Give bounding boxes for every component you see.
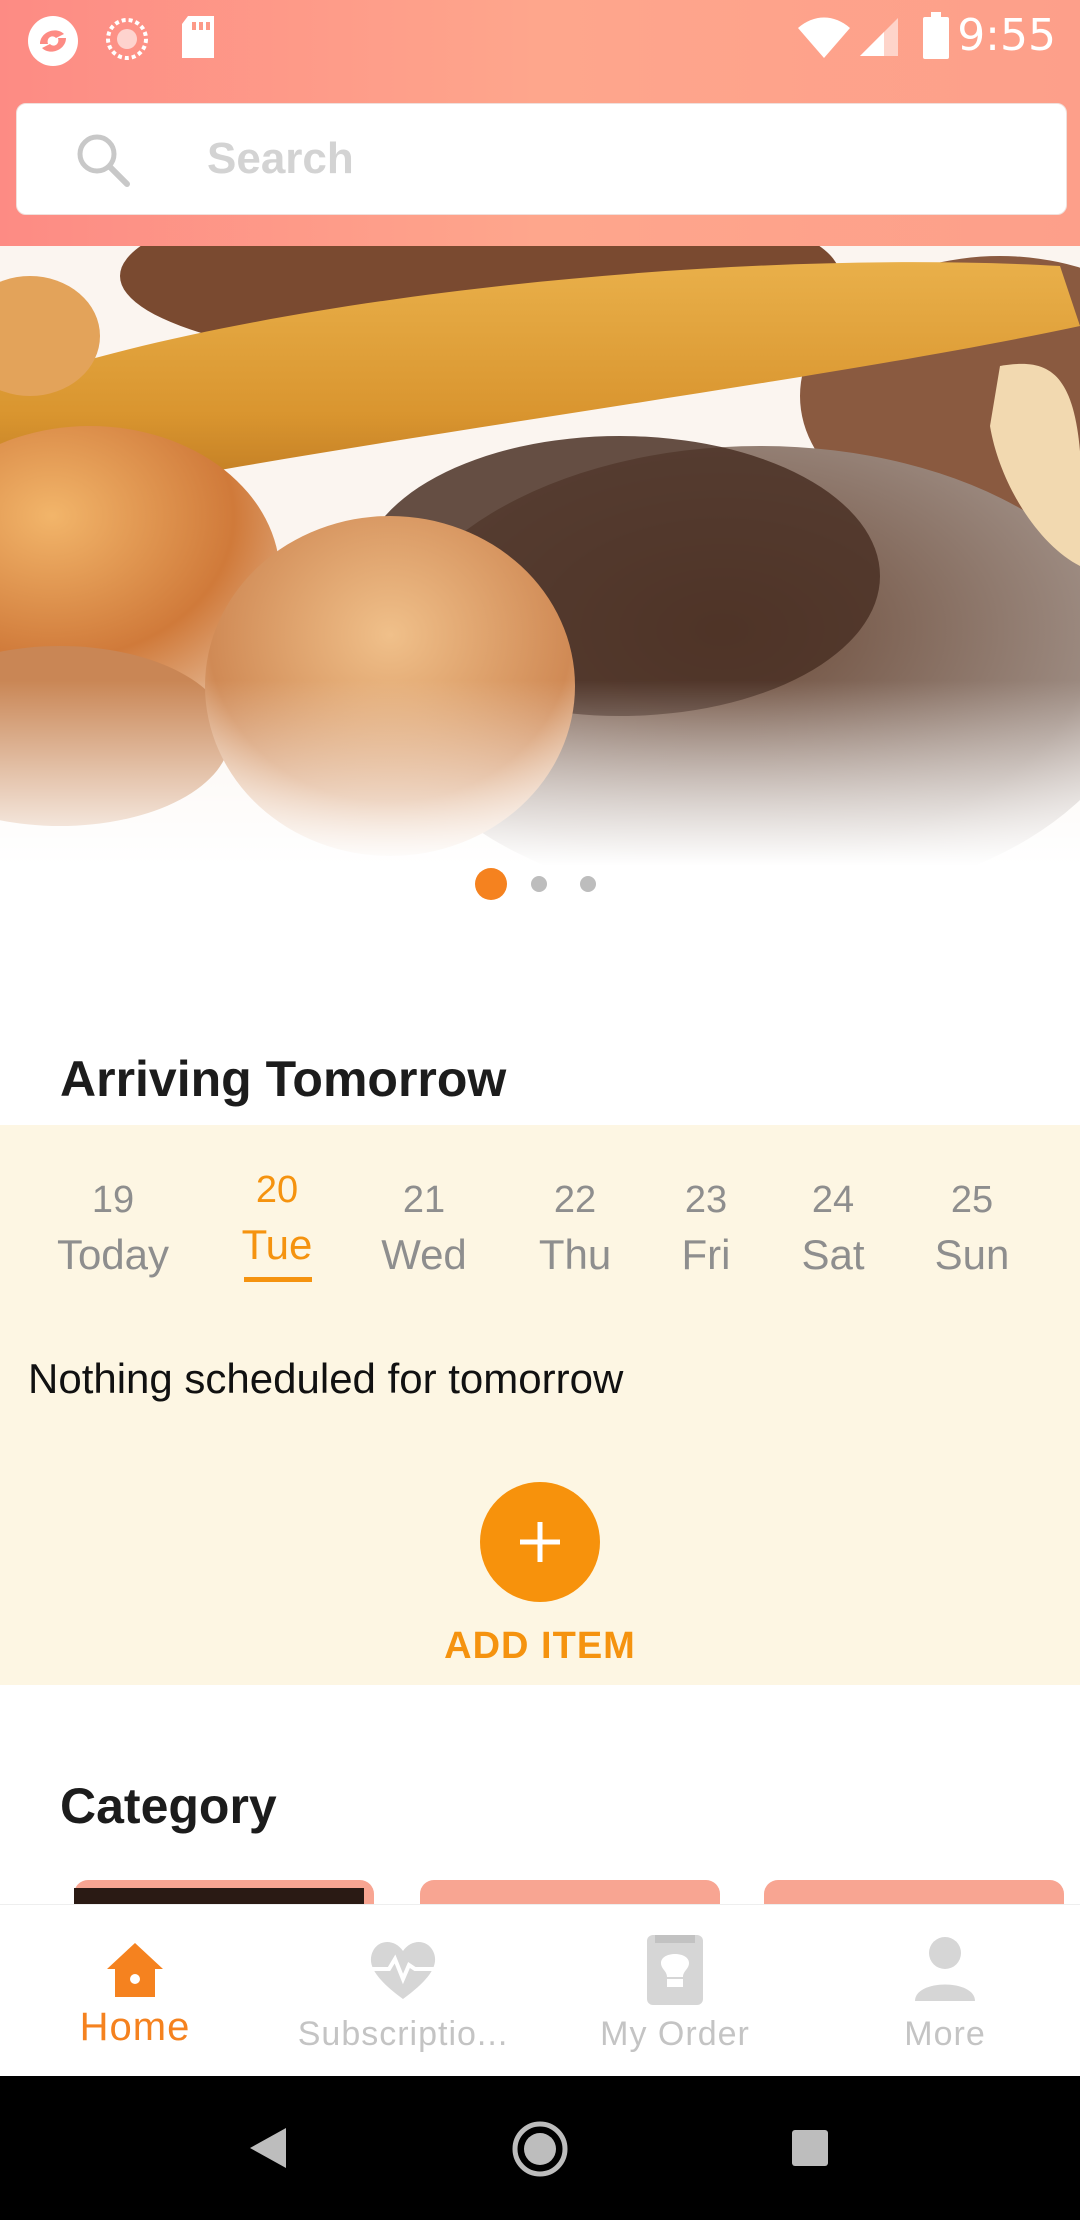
arriving-title: Arriving Tomorrow (60, 1051, 507, 1107)
back-icon[interactable] (246, 2124, 290, 2177)
carousel-dot-active[interactable] (475, 868, 507, 900)
order-icon (647, 1935, 703, 2005)
app-logo-icon (26, 14, 80, 73)
search-bar[interactable] (16, 103, 1067, 215)
nav-subscription-label: Subscriptio... (297, 2015, 509, 2053)
nav-subscription[interactable]: Subscriptio... (268, 1905, 538, 2077)
category-title: Category (60, 1778, 277, 1834)
sync-icon (104, 16, 150, 67)
search-icon[interactable] (73, 130, 133, 195)
add-item-label[interactable]: ADD ITEM (0, 1625, 1080, 1668)
recents-icon[interactable] (790, 2128, 830, 2173)
day-tab-22[interactable]: 22 Thu (500, 1175, 650, 1285)
day-tab-21[interactable]: 21 Wed (349, 1175, 499, 1285)
banner-carousel[interactable] (0, 246, 1080, 866)
clock: 9:55 (957, 10, 1056, 61)
empty-schedule-message: Nothing scheduled for tomorrow (28, 1355, 624, 1402)
day-tab-20[interactable]: 20 Tue (202, 1165, 352, 1282)
carousel-dot[interactable] (531, 876, 547, 892)
carousel-indicator (0, 866, 1080, 906)
plus-icon (520, 1522, 560, 1562)
home-icon (107, 1943, 163, 1997)
user-icon (915, 1937, 975, 2001)
system-navigation-bar (0, 2076, 1080, 2220)
nav-my-order[interactable]: My Order (540, 1905, 810, 2077)
nav-more-label: More (904, 2015, 986, 2053)
day-tab-25[interactable]: 25 Sun (897, 1175, 1047, 1285)
nav-more[interactable]: More (810, 1905, 1080, 2077)
selected-day-indicator (244, 1277, 312, 1282)
header: 9:55 (0, 0, 1080, 246)
bottom-navigation: Home Subscriptio... My Order More (0, 1904, 1080, 2076)
nav-home-label: Home (79, 2005, 191, 2049)
status-bar: 9:55 (0, 0, 1080, 72)
home-button-icon[interactable] (511, 2120, 569, 2183)
carousel-dot[interactable] (580, 876, 596, 892)
signal-icon (858, 16, 900, 63)
bread-banner-image (0, 246, 1080, 866)
day-tab-19[interactable]: 19 Today (38, 1175, 188, 1285)
wifi-icon (796, 16, 852, 63)
add-item-button[interactable] (480, 1482, 600, 1602)
sd-card-icon (178, 14, 218, 65)
heart-pulse-icon (369, 1942, 437, 1999)
nav-my-order-label: My Order (600, 2015, 750, 2053)
schedule-panel: 19 Today 20 Tue 21 Wed 22 Thu 23 Fri 24 Sat 25… (0, 1125, 1080, 1685)
battery-icon (922, 12, 950, 65)
search-input[interactable] (207, 128, 1007, 190)
day-tab-24[interactable]: 24 Sat (758, 1175, 908, 1285)
nav-home[interactable]: Home (0, 1905, 270, 2077)
